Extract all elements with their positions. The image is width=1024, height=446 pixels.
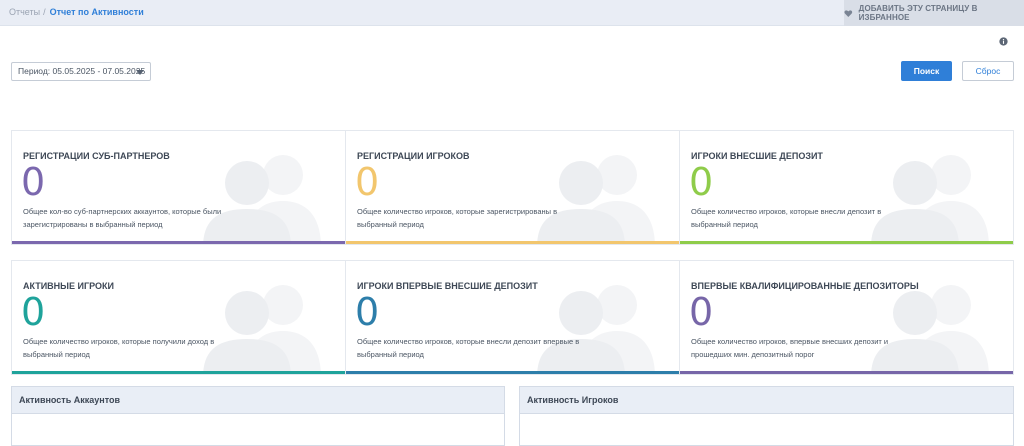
breadcrumb-current: Отчет по Активности (49, 7, 144, 17)
heart-icon (844, 9, 853, 17)
players-activity-title: Активность Игроков (520, 387, 1013, 414)
stat-card-accent-bar (680, 241, 1013, 244)
stat-card: ИГРОКИ ВНЕСШИЕ ДЕПОЗИТ 0 Общее количество … (679, 130, 1014, 245)
stat-card-value: 0 (21, 290, 46, 334)
stat-card-description: Общее количество игроков, которые внесли… (357, 337, 580, 359)
period-select[interactable]: Период: 05.05.2025 - 07.05.2025 (11, 62, 151, 81)
stat-card-description: Общее количество игроков, впервые внесши… (691, 337, 889, 359)
stat-card: ВПЕРВЫЕ КВАЛИФИЦИРОВАННЫЕ ДЕПОЗИТОРЫ 0 Общ… (679, 260, 1014, 375)
stat-card-value: 0 (689, 290, 714, 334)
stat-card-description: Общее количество игроков, которые внесли… (691, 207, 882, 229)
reset-button[interactable]: Сброс (962, 61, 1014, 81)
stat-card-value: 0 (355, 160, 380, 204)
stat-card-accent-bar (346, 241, 679, 244)
breadcrumb-root-link[interactable]: Отчеты (9, 7, 40, 17)
stat-card-value: 0 (21, 160, 46, 204)
stat-card: ИГРОКИ ВПЕРВЫЕ ВНЕСШИЕ ДЕПОЗИТ 0 Общее кол… (345, 260, 680, 375)
info-icon[interactable] (999, 37, 1008, 46)
players-activity-panel: Активность Игроков (519, 386, 1014, 446)
top-bar: Отчеты / Отчет по Активности ДОБАВИТЬ ЭТУ … (0, 0, 1024, 26)
search-button[interactable]: Поиск (901, 61, 952, 81)
breadcrumb: Отчеты / Отчет по Активности (9, 6, 144, 18)
accounts-activity-panel: Активность Аккаунтов (11, 386, 505, 446)
add-to-favorites-label: ДОБАВИТЬ ЭТУ СТРАНИЦУ В ИЗБРАННОЕ (858, 4, 978, 22)
stat-card: АКТИВНЫЕ ИГРОКИ 0 Общее количество игроков… (11, 260, 346, 375)
period-value: Период: 05.05.2025 - 07.05.2025 (18, 66, 146, 76)
stat-card-title: РЕГИСТРАЦИИ СУБ-ПАРТНЕРОВ (23, 151, 170, 161)
stat-card: РЕГИСТРАЦИИ ИГРОКОВ 0 Общее количество игр… (345, 130, 680, 245)
stat-card: РЕГИСТРАЦИИ СУБ-ПАРТНЕРОВ 0 Общее кол-во с… (11, 130, 346, 245)
chevron-down-icon (136, 70, 144, 75)
stat-card-accent-bar (346, 371, 679, 374)
stat-card-value: 0 (689, 160, 714, 204)
stat-card-description: Общее кол-во суб-партнерских аккаунтов, … (23, 207, 222, 229)
stat-card-description: Общее количество игроков, которые получи… (23, 337, 215, 359)
stat-card-title: ВПЕРВЫЕ КВАЛИФИЦИРОВАННЫЕ ДЕПОЗИТОРЫ (691, 281, 919, 291)
add-to-favorites-button[interactable]: ДОБАВИТЬ ЭТУ СТРАНИЦУ В ИЗБРАННОЕ (844, 0, 1024, 26)
breadcrumb-separator: / (43, 7, 46, 17)
stat-card-accent-bar (680, 371, 1013, 374)
stat-card-accent-bar (12, 241, 345, 244)
accounts-activity-title: Активность Аккаунтов (12, 387, 504, 414)
stat-card-title: ИГРОКИ ВПЕРВЫЕ ВНЕСШИЕ ДЕПОЗИТ (357, 281, 538, 291)
stat-card-description: Общее количество игроков, которые зареги… (357, 207, 558, 229)
stat-card-value: 0 (355, 290, 380, 334)
stat-card-accent-bar (12, 371, 345, 374)
